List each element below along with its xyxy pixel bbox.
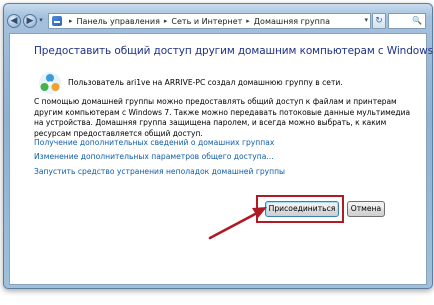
back-arrow-icon: ◀ xyxy=(10,16,18,26)
refresh-icon: ↻ xyxy=(375,16,383,26)
forward-button[interactable]: ▶ xyxy=(23,14,37,28)
description-paragraph: С помощью домашней группы можно предоста… xyxy=(34,97,411,138)
cancel-button[interactable]: Отмена xyxy=(347,201,385,217)
breadcrumb-separator[interactable]: ▸ xyxy=(164,17,168,25)
address-bar[interactable]: ▸ Панель управления ▸ Сеть и Интернет ▸ … xyxy=(48,13,371,29)
join-button[interactable]: Присоединиться xyxy=(265,201,339,217)
breadcrumb-separator[interactable]: ▸ xyxy=(246,17,250,25)
breadcrumb-separator: ▸ xyxy=(69,17,73,25)
search-icon: 🔍 xyxy=(412,16,422,25)
refresh-button[interactable]: ↻ xyxy=(372,13,386,29)
homegroup-icon xyxy=(39,72,61,94)
page-title: Предоставить общий доступ другим домашни… xyxy=(34,45,434,57)
homegroup-info-text: Пользователь ari1ve на ARRIVE-PC создал … xyxy=(68,78,343,87)
advanced-sharing-link[interactable]: Изменение дополнительных параметров обще… xyxy=(34,152,274,161)
search-input[interactable]: 🔍 xyxy=(388,13,426,29)
breadcrumb-network-internet[interactable]: Сеть и Интернет xyxy=(171,17,242,26)
control-panel-icon xyxy=(52,16,62,26)
recent-pages-button[interactable]: ▾ xyxy=(38,16,44,25)
troubleshooter-link[interactable]: Запустить средство устранения неполадок … xyxy=(34,167,285,176)
breadcrumb-homegroup[interactable]: Домашняя группа xyxy=(254,17,330,26)
content-pane: Предоставить общий доступ другим домашни… xyxy=(9,33,434,285)
address-dropdown-icon[interactable]: ▾ xyxy=(364,16,368,24)
learn-more-link[interactable]: Получение дополнительных сведений о дома… xyxy=(34,138,274,147)
back-button[interactable]: ◀ xyxy=(7,14,21,28)
forward-arrow-icon: ▶ xyxy=(26,16,34,26)
breadcrumb-control-panel[interactable]: Панель управления xyxy=(77,17,160,26)
chevron-down-icon: ▾ xyxy=(39,16,43,24)
